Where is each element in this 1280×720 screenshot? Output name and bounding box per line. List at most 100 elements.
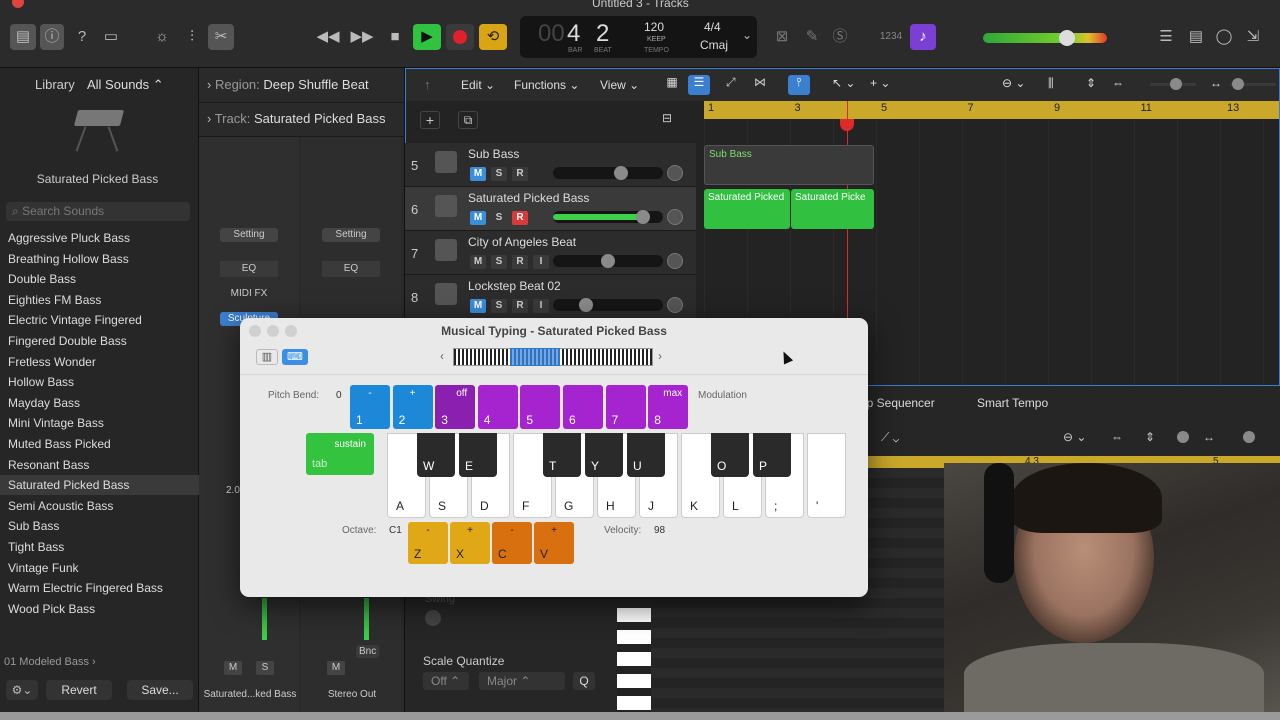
toolbar-icon[interactable]: ▭ [98, 24, 124, 50]
library-item[interactable]: Fretless Wonder [0, 352, 199, 372]
octave-key[interactable]: -Z [408, 522, 448, 564]
list-editors-icon[interactable]: ☰ [1154, 24, 1178, 50]
save-button[interactable]: Save... [127, 680, 193, 700]
scale-quantize-off[interactable]: Off ⌃ [423, 672, 469, 690]
track-name[interactable]: Saturated Picked Bass [468, 191, 589, 205]
replace-icon[interactable]: ⊠ [770, 24, 794, 50]
library-icon[interactable]: ▤ [10, 24, 36, 50]
pan-knob[interactable] [667, 253, 683, 269]
bounce-button[interactable]: Bnc [356, 645, 380, 658]
solo-button[interactable]: S [491, 299, 507, 313]
track-volume-slider[interactable] [553, 210, 663, 224]
track-header[interactable]: 8 Lockstep Beat 02 M S R I [405, 275, 696, 319]
library-filter[interactable]: All Sounds ⌃ [87, 77, 164, 93]
library-item[interactable]: Semi Acoustic Bass [0, 496, 199, 516]
tab-smart-tempo[interactable]: Smart Tempo [977, 396, 1048, 410]
waveform-icon-lower[interactable]: ⇔ [1111, 430, 1123, 444]
track-header[interactable]: 7 City of Angeles Beat M S R I [405, 231, 696, 275]
tab-step-sequencer[interactable]: ep Sequencer [860, 396, 935, 410]
loop-browser-icon[interactable]: ◯ [1212, 24, 1236, 50]
record-enable-button[interactable]: R [512, 167, 528, 181]
sustain-key[interactable]: sustain tab [306, 433, 374, 475]
library-item[interactable]: Aggressive Pluck Bass [0, 228, 199, 248]
piano-mode-icon[interactable]: ▥ [256, 349, 278, 365]
eq-button-2[interactable]: EQ [322, 261, 380, 277]
track-header[interactable]: 5 Sub Bass M S R [405, 143, 696, 187]
piano-keyboard[interactable] [617, 608, 651, 720]
waveform-zoom-icon[interactable]: ⫼ [1048, 76, 1054, 91]
view-menu[interactable]: View ⌄ [600, 78, 639, 92]
midi-fx-button[interactable]: MIDI FX [220, 287, 278, 301]
pan-knob[interactable] [667, 165, 683, 181]
note-pad-icon[interactable]: ▤ [1184, 24, 1208, 50]
global-tracks-icon[interactable]: ⊟ [662, 111, 672, 125]
library-item[interactable]: Saturated Picked Bass [0, 475, 199, 496]
octave-key[interactable]: + X [450, 522, 490, 564]
library-item[interactable]: Breathing Hollow Bass [0, 249, 199, 269]
grid-view-icon[interactable]: ▦ [662, 75, 682, 95]
eq-button-1[interactable]: EQ [220, 261, 278, 277]
track-volume-knob[interactable] [614, 166, 628, 180]
solo-button[interactable]: S [491, 167, 507, 181]
lower-hzoom-knob[interactable] [1243, 431, 1255, 443]
pan-knob[interactable] [667, 297, 683, 313]
add-track-button[interactable]: + [420, 111, 440, 129]
library-item[interactable]: Vintage Funk [0, 558, 199, 578]
number-key[interactable]: max 8 [648, 385, 689, 429]
back-icon[interactable]: ↑ [424, 77, 431, 92]
library-category[interactable]: 01 Modeled Bass › [4, 656, 96, 668]
master-volume-knob[interactable] [1059, 30, 1075, 46]
track-name[interactable]: Sub Bass [468, 147, 519, 161]
cycle-button[interactable]: ⟲ [479, 24, 507, 50]
number-key[interactable]: 4 [477, 385, 518, 429]
input-monitor-button[interactable]: I [533, 255, 549, 269]
vertical-zoom-knob[interactable] [1170, 78, 1182, 90]
ruler[interactable] [704, 101, 1279, 119]
solo-button[interactable]: S [491, 211, 507, 225]
horizontal-icon-lower[interactable]: ↔ [1203, 430, 1215, 444]
pencil-tool-icon[interactable]: + ⌄ [870, 76, 890, 90]
record-enable-button[interactable]: R [512, 255, 528, 269]
curve-tool-icon[interactable]: ⟋ ⌄ [881, 430, 899, 445]
editors-icon[interactable]: ✂ [208, 24, 234, 50]
list-view-icon[interactable]: ☰ [688, 75, 710, 95]
pointer-tool-icon[interactable]: ↖ ⌄ [832, 76, 855, 90]
quick-help-icon[interactable]: ? [70, 24, 94, 50]
region-saturated-1[interactable]: Saturated Picked [704, 189, 790, 229]
track-volume-knob[interactable] [601, 254, 615, 268]
library-item[interactable]: Fingered Double Bass [0, 331, 199, 351]
rewind-icon[interactable]: ◀◀ [314, 24, 342, 50]
track-volume-knob[interactable] [636, 210, 650, 224]
track-volume-slider[interactable] [553, 298, 663, 312]
setting-button-1[interactable]: Setting [220, 228, 278, 242]
region-saturated-2[interactable]: Saturated Picke [791, 189, 874, 229]
track-name[interactable]: Lockstep Beat 02 [468, 279, 561, 293]
smart-controls-icon[interactable]: ☼ [150, 24, 174, 50]
horizontal-zoom-knob[interactable] [1232, 78, 1244, 90]
play-button[interactable]: ▶ [413, 24, 441, 50]
black-key[interactable]: Y [585, 433, 623, 477]
vertical-zoom-icon[interactable]: ⇕ [1086, 76, 1096, 90]
number-key[interactable]: -1 [350, 385, 390, 429]
record-button[interactable] [446, 24, 474, 50]
flex-icon[interactable]: ⋈ [754, 75, 766, 89]
vertical-icon-lower[interactable]: ⇕ [1145, 430, 1155, 444]
count-in-button[interactable]: 1234 [876, 24, 906, 50]
swing-knob[interactable] [425, 610, 441, 626]
black-key[interactable]: W [417, 433, 455, 477]
library-item[interactable]: Resonant Bass [0, 455, 199, 475]
functions-menu[interactable]: Functions ⌄ [514, 78, 579, 92]
automation-icon[interactable]: ⤢ [726, 75, 736, 90]
black-key[interactable]: T [543, 433, 581, 477]
library-item[interactable]: Mini Vintage Bass [0, 413, 199, 433]
record-enable-button[interactable]: R [512, 211, 528, 225]
metronome-icon[interactable]: ♪ [910, 24, 936, 50]
track-disclosure[interactable]: › Track: Saturated Picked Bass [207, 111, 386, 126]
track-volume-slider[interactable] [553, 254, 663, 268]
mute-button-strip2[interactable]: M [327, 661, 345, 675]
zoom-menu-icon[interactable]: ⊖ ⌄ [1063, 430, 1086, 444]
pan-knob[interactable] [667, 209, 683, 225]
black-key[interactable]: E [459, 433, 497, 477]
library-item[interactable]: Hollow Bass [0, 372, 199, 392]
track-header[interactable]: 6 Saturated Picked Bass M S R [405, 187, 696, 231]
